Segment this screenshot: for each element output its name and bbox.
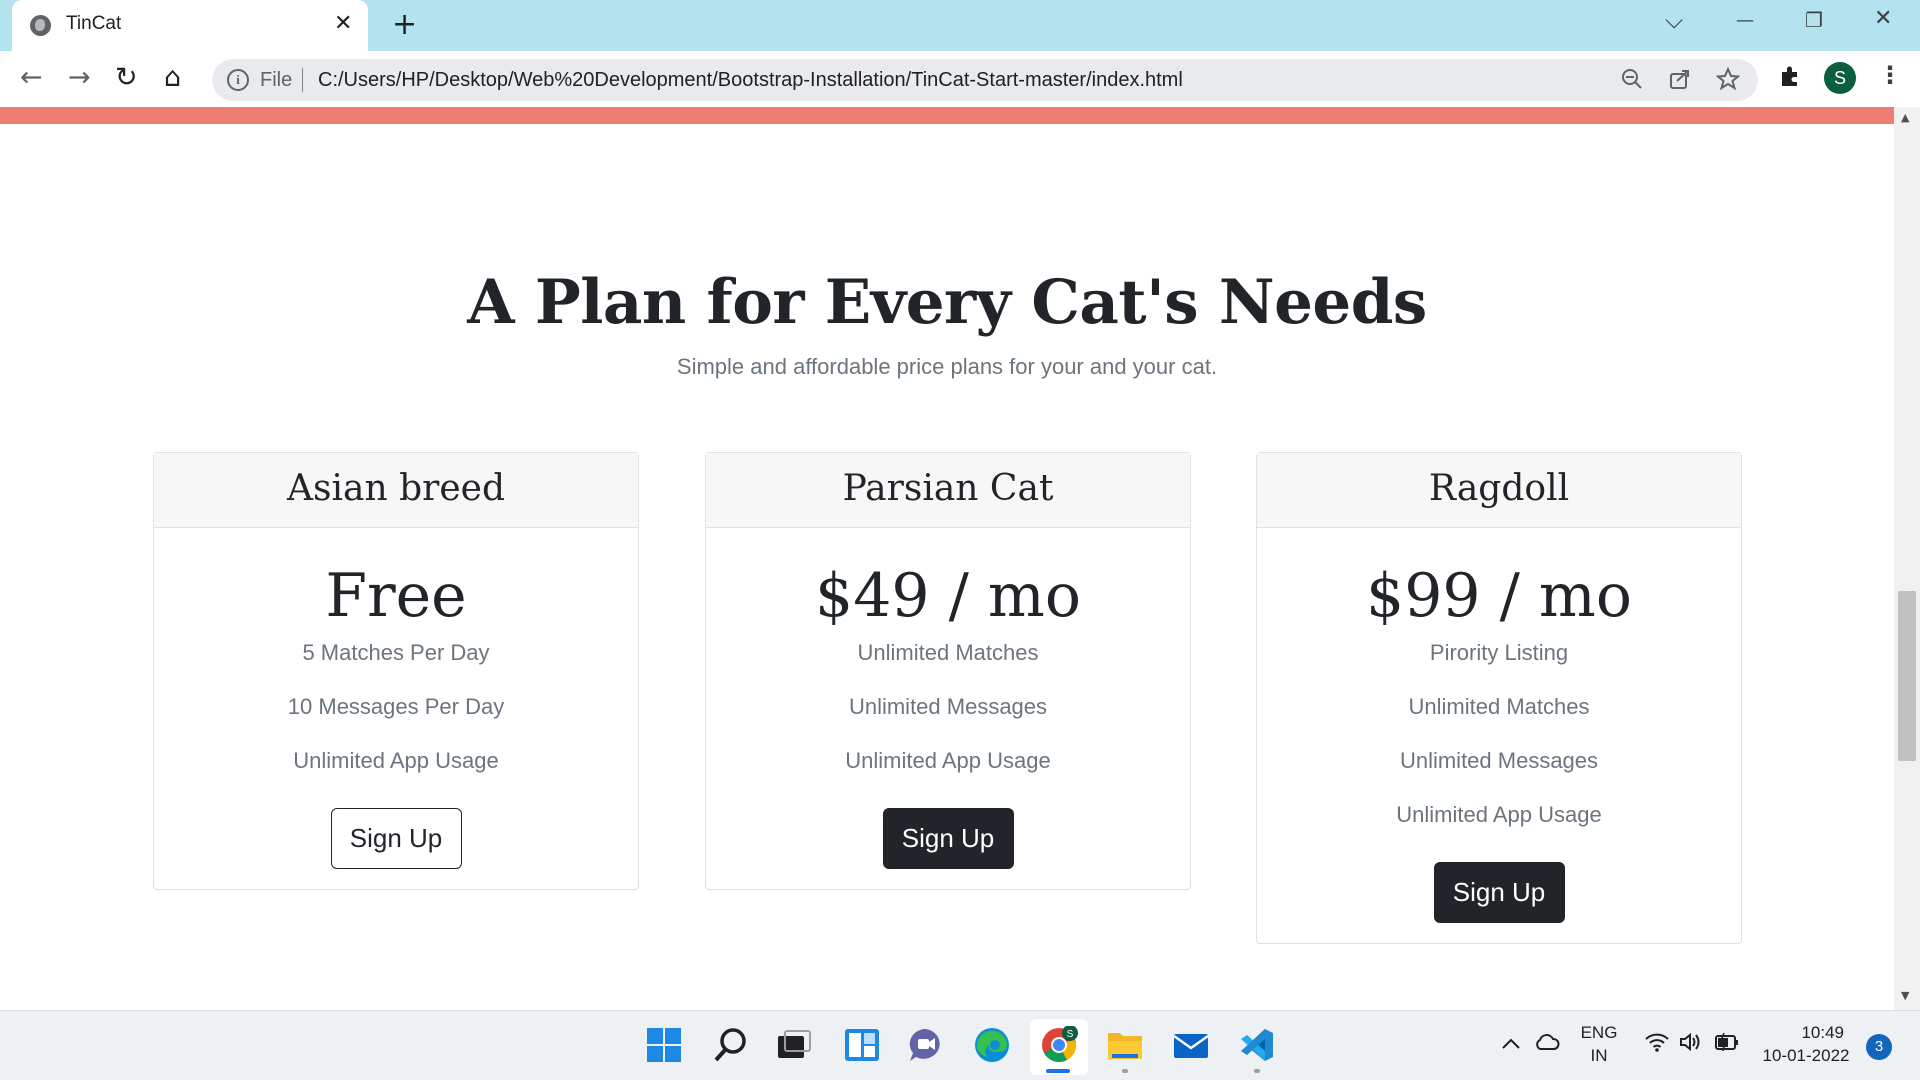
- minimize-button[interactable]: —: [1736, 10, 1754, 31]
- card-title: Ragdoll: [1257, 453, 1741, 528]
- tab-title: TinCat: [66, 13, 122, 34]
- clock-date: 10-01-2022: [1762, 1046, 1850, 1065]
- notification-count-badge[interactable]: 3: [1866, 1034, 1892, 1060]
- widgets-icon[interactable]: [843, 1026, 881, 1064]
- tab-strip: TinCat ✕ + ⌵ — ❐ ✕: [0, 0, 1920, 51]
- scroll-down-arrow-icon[interactable]: ▼: [1901, 989, 1909, 1002]
- sign-up-button[interactable]: Sign Up: [882, 808, 1014, 869]
- pricing-card-parsian-cat: Parsian Cat $49 / mo Unlimited Matches U…: [705, 452, 1191, 890]
- windows-start-icon[interactable]: [645, 1026, 683, 1064]
- task-view-icon[interactable]: [775, 1026, 813, 1064]
- chrome-icon[interactable]: S: [1040, 1025, 1078, 1064]
- plan-feature: Unlimited App Usage: [1396, 802, 1602, 827]
- share-icon[interactable]: [1668, 67, 1692, 97]
- edge-icon[interactable]: [973, 1026, 1011, 1064]
- section-accent-bar: [0, 107, 1894, 124]
- plan-feature: Unlimited Messages: [848, 694, 1048, 719]
- plan-feature: Unlimited App Usage: [293, 748, 499, 773]
- card-body: $99 / mo Pirority Listing Unlimited Matc…: [1257, 528, 1741, 943]
- plan-feature: Unlimited App Usage: [845, 748, 1051, 773]
- close-window-button[interactable]: ✕: [1874, 6, 1892, 31]
- active-app-indicator: [1046, 1069, 1070, 1073]
- plan-feature: Pirority Listing: [1429, 640, 1569, 665]
- sign-up-button[interactable]: Sign Up: [330, 808, 462, 869]
- svg-text:S: S: [1067, 1029, 1074, 1040]
- card-body: $49 / mo Unlimited Matches Unlimited Mes…: [706, 528, 1190, 889]
- browser-tab[interactable]: TinCat ✕: [12, 0, 368, 51]
- running-app-indicator: [1254, 1069, 1260, 1073]
- pricing-subheading: Simple and affordable price plans for yo…: [676, 354, 1218, 379]
- pricing-heading: A Plan for Every Cat's Needs: [467, 267, 1427, 338]
- reload-button[interactable]: ↻: [115, 62, 138, 93]
- scroll-thumb[interactable]: [1898, 591, 1916, 761]
- pricing-card-asian-breed: Asian breed Free 5 Matches Per Day 10 Me…: [153, 452, 639, 890]
- plan-feature: 10 Messages Per Day: [287, 694, 505, 719]
- info-icon[interactable]: i: [227, 69, 249, 91]
- close-tab-icon[interactable]: ✕: [334, 11, 352, 36]
- address-bar[interactable]: i File C:/Users/HP/Desktop/Web%20Develop…: [212, 59, 1758, 101]
- forward-button[interactable]: →: [68, 62, 91, 93]
- clock[interactable]: 10:49 10-01-2022: [1760, 1023, 1852, 1066]
- clock-time: 10:49: [1801, 1023, 1844, 1042]
- vscode-icon[interactable]: [1238, 1026, 1276, 1064]
- volume-icon[interactable]: [1678, 1031, 1704, 1059]
- globe-icon: [30, 15, 51, 36]
- plan-feature: Unlimited Matches: [857, 640, 1039, 665]
- page-viewport: A Plan for Every Cat's Needs Simple and …: [0, 107, 1920, 1010]
- plan-feature: 5 Matches Per Day: [302, 640, 490, 665]
- profile-avatar[interactable]: S: [1824, 62, 1856, 94]
- language-code: ENG: [1580, 1023, 1618, 1042]
- file-explorer-icon[interactable]: [1106, 1026, 1144, 1064]
- card-body: Free 5 Matches Per Day 10 Messages Per D…: [154, 528, 638, 889]
- plan-price: Free: [325, 561, 467, 631]
- back-button[interactable]: ←: [20, 62, 43, 93]
- page-scrollbar[interactable]: ▲ ▼: [1894, 107, 1920, 1010]
- zoom-icon[interactable]: [1620, 67, 1644, 97]
- restore-button[interactable]: ❐: [1805, 8, 1823, 32]
- windows-taskbar: S ENG IN 10:49 10-01-2022 3: [0, 1010, 1920, 1080]
- tab-search-icon[interactable]: ⌵: [1665, 6, 1683, 34]
- sign-up-button[interactable]: Sign Up: [1433, 862, 1565, 923]
- running-app-indicator: [1122, 1069, 1128, 1073]
- url-text[interactable]: C:/Users/HP/Desktop/Web%20Development/Bo…: [318, 69, 1183, 92]
- browser-toolbar: ← → ↻ ⌂ i File C:/Users/HP/Desktop/Web%2…: [0, 51, 1920, 107]
- region-code: IN: [1590, 1046, 1608, 1065]
- card-title: Asian breed: [154, 453, 638, 528]
- bookmark-star-icon[interactable]: [1715, 66, 1741, 97]
- plan-feature: Unlimited Matches: [1408, 694, 1590, 719]
- onedrive-cloud-icon[interactable]: [1534, 1031, 1560, 1059]
- search-icon[interactable]: [712, 1026, 750, 1064]
- new-tab-button[interactable]: +: [392, 7, 417, 42]
- language-indicator[interactable]: ENG IN: [1578, 1023, 1620, 1066]
- pricing-card-ragdoll: Ragdoll $99 / mo Pirority Listing Unlimi…: [1256, 452, 1742, 944]
- battery-charging-icon[interactable]: [1714, 1031, 1740, 1059]
- kebab-menu-icon[interactable]: ⋮: [1878, 61, 1902, 89]
- wifi-icon[interactable]: [1644, 1031, 1670, 1059]
- address-separator: [302, 68, 303, 92]
- chevron-up-icon[interactable]: [1500, 1033, 1522, 1060]
- plan-price: $99 / mo: [1366, 561, 1632, 631]
- card-title: Parsian Cat: [706, 453, 1190, 528]
- extensions-puzzle-icon[interactable]: [1778, 64, 1802, 94]
- scheme-label: File: [260, 69, 293, 91]
- scroll-up-arrow-icon[interactable]: ▲: [1901, 111, 1909, 124]
- teams-chat-icon[interactable]: [907, 1026, 945, 1064]
- plan-price: $49 / mo: [815, 561, 1081, 631]
- home-button[interactable]: ⌂: [164, 62, 181, 93]
- mail-icon[interactable]: [1172, 1026, 1210, 1064]
- plan-feature: Unlimited Messages: [1399, 748, 1599, 773]
